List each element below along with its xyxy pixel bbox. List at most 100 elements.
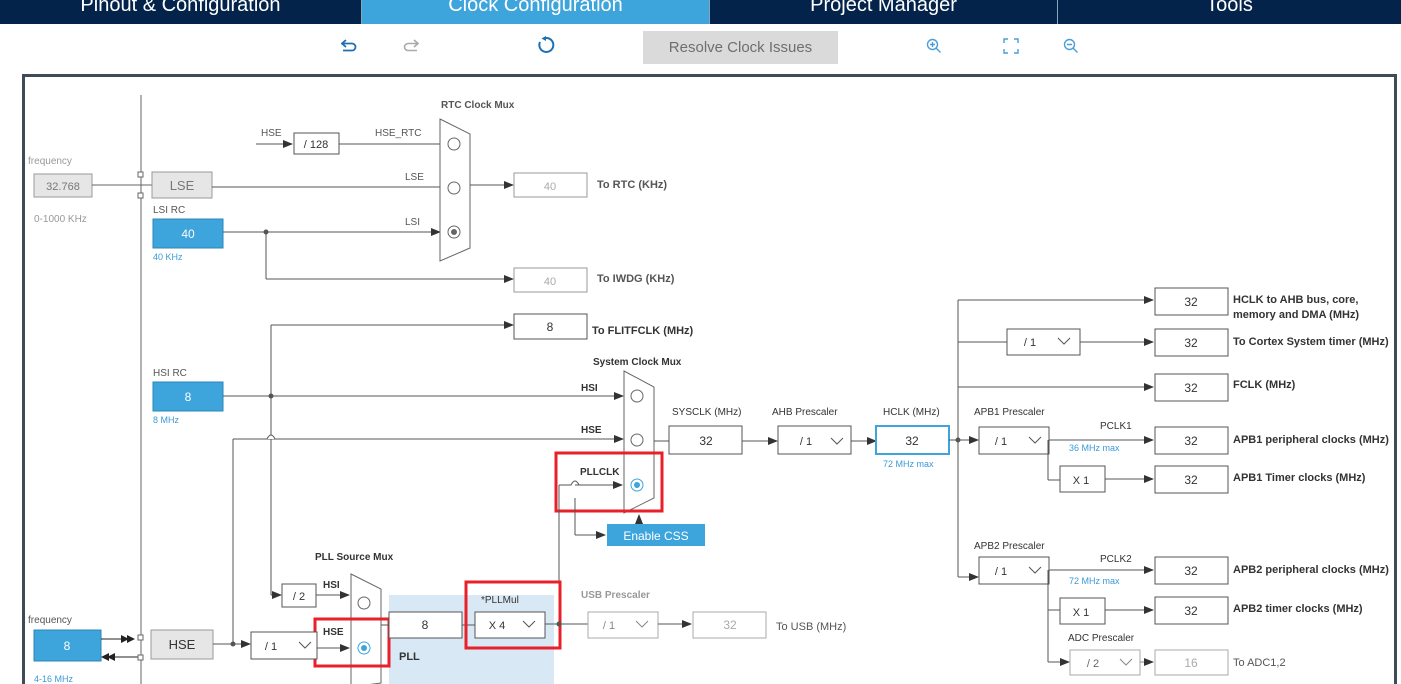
hsi-unit: 8 MHz <box>153 415 180 425</box>
usb-prescaler-label: USB Prescaler <box>581 590 650 601</box>
pll-hsi-div2-text: / 2 <box>293 591 305 603</box>
apb1-peripheral-output-label: APB1 peripheral clocks (MHz) <box>1233 434 1389 446</box>
apb1-prescaler-label: APB1 Prescaler <box>974 407 1045 418</box>
fclk-output-label: FCLK (MHz) <box>1233 379 1296 391</box>
pll-src-hse-label: HSE <box>323 627 344 638</box>
ahb-output-value: 32 <box>1184 295 1198 309</box>
redo-icon[interactable] <box>403 38 420 58</box>
rtc-output-label: To RTC (KHz) <box>597 179 667 191</box>
adc-prescaler-label: ADC Prescaler <box>1068 633 1135 644</box>
pll-area <box>389 595 554 684</box>
pll-src-radio-hsi[interactable] <box>357 596 371 610</box>
hclk-label: HCLK (MHz) <box>883 407 940 418</box>
rtc-hse-label: HSE <box>261 128 282 139</box>
apb2-timer-output-value: 32 <box>1184 604 1198 618</box>
sysclk-mux-hsi-label: HSI <box>581 383 598 394</box>
pll-src-hsi-label: HSI <box>323 580 340 591</box>
fit-screen-icon[interactable] <box>1003 38 1019 59</box>
flitfclk-output-label: To FLITFCLK (MHz) <box>592 325 694 337</box>
pclk1-max: 36 MHz max <box>1069 443 1120 453</box>
clock-tree-canvas: RTC Clock Mux HSE / 128 HSE_RTC Input fr… <box>22 74 1397 684</box>
apb2-prescaler-select[interactable] <box>978 556 1050 585</box>
adc-prescaler-select[interactable] <box>1069 649 1141 676</box>
usb-output-label: To USB (MHz) <box>776 621 846 633</box>
apb1-timer-multiplier-value: X 1 <box>1073 475 1090 487</box>
rtc-mux-label: RTC Clock Mux <box>441 100 515 111</box>
apb2-peripheral-output-value: 32 <box>1184 564 1198 578</box>
ahb-prescaler-select[interactable] <box>777 425 852 455</box>
sysclk-mux-hse-label: HSE <box>581 425 602 436</box>
pclk2-max: 72 MHz max <box>1069 576 1120 586</box>
pll-value: 8 <box>422 618 429 632</box>
tab-clock-configuration[interactable]: Clock Configuration <box>362 0 710 24</box>
fclk-output-value: 32 <box>1184 381 1198 395</box>
lsi-unit: 40 KHz <box>153 252 183 262</box>
sysclk-mux-label: System Clock Mux <box>593 357 682 368</box>
apb2-peripheral-output-label: APB2 peripheral clocks (MHz) <box>1233 564 1389 576</box>
undo-icon[interactable] <box>340 38 357 58</box>
apb1-timer-output-value: 32 <box>1184 473 1198 487</box>
adc-prescaler-value: / 2 <box>1087 658 1099 670</box>
pllmul-value: X 4 <box>489 620 506 632</box>
apb2-timer-multiplier-value: X 1 <box>1073 607 1090 619</box>
pllmul-select[interactable] <box>474 611 546 639</box>
apb1-timer-output-label: APB1 Timer clocks (MHz) <box>1233 472 1366 484</box>
apb1-prescaler-value: / 1 <box>995 436 1007 448</box>
apb1-peripheral-output-value: 32 <box>1184 434 1198 448</box>
lse-frequency-value: 32.768 <box>46 181 80 193</box>
hsi-label: HSI RC <box>153 368 187 379</box>
sysclk-radio-hse[interactable] <box>630 433 644 447</box>
ahb-output-label: HCLK to AHB bus, core, <box>1233 294 1359 306</box>
pll-label: PLL <box>399 651 420 663</box>
rtc-lse-label: LSE <box>405 172 424 183</box>
zoom-in-icon[interactable] <box>926 38 942 59</box>
hse-prediv-value: / 1 <box>265 641 277 653</box>
clock-tree-diagram: RTC Clock Mux HSE / 128 HSE_RTC Input fr… <box>25 95 1389 684</box>
hse-block-label: HSE <box>169 637 196 652</box>
tab-tools[interactable]: Tools <box>1058 0 1401 24</box>
hse-frequency-value: 8 <box>64 639 71 653</box>
usb-output-value: 32 <box>723 618 737 632</box>
apb2-prescaler-value: / 1 <box>995 566 1007 578</box>
hclk-value: 32 <box>905 434 919 448</box>
apb2-prescaler-label: APB2 Prescaler <box>974 541 1045 552</box>
pclk1-label: PCLK1 <box>1100 421 1132 432</box>
rtc-mux-radio-lse[interactable] <box>447 181 461 195</box>
rtc-output-value: 40 <box>544 181 556 193</box>
tab-pinout[interactable]: Pinout & Configuration <box>0 0 362 24</box>
hse-range-label: 4-16 MHz <box>34 674 74 684</box>
ahb-output-label-2: memory and DMA (MHz) <box>1233 309 1359 321</box>
pclk2-label: PCLK2 <box>1100 554 1132 565</box>
lse-input-frequency-label: Input frequency <box>25 156 72 167</box>
rtc-hse-rtc-label: HSE_RTC <box>375 128 422 139</box>
iwdg-output-label: To IWDG (KHz) <box>597 273 675 285</box>
sysclk-label: SYSCLK (MHz) <box>672 407 741 418</box>
apb2-timer-output-label: APB2 timer clocks (MHz) <box>1233 603 1363 615</box>
apb1-prescaler-select[interactable] <box>978 426 1050 455</box>
pll-source-mux-label: PLL Source Mux <box>315 552 394 563</box>
cortex-timer-divider-select[interactable] <box>1006 328 1081 356</box>
reset-icon[interactable] <box>537 36 555 59</box>
lse-block-label: LSE <box>170 178 195 193</box>
tab-project-manager[interactable]: Project Manager <box>710 0 1058 24</box>
iwdg-output-value: 40 <box>544 276 556 288</box>
sysclk-mux-pllclk-label: PLLCLK <box>580 467 620 478</box>
resolve-clock-issues-button[interactable]: Resolve Clock Issues <box>643 31 838 64</box>
zoom-out-icon[interactable] <box>1063 38 1079 59</box>
hse-input-frequency-label: Input frequency <box>25 615 72 626</box>
tab-bar: Pinout & Configuration Clock Configurati… <box>0 0 1401 24</box>
flitfclk-output-value: 8 <box>547 320 554 334</box>
rtc-mux-radio-hse[interactable] <box>447 137 461 151</box>
ahb-prescaler-value: / 1 <box>800 436 812 448</box>
enable-css-label: Enable CSS <box>623 529 688 543</box>
lsi-label: LSI RC <box>153 205 185 216</box>
lsi-value: 40 <box>181 227 195 241</box>
cortex-output-value: 32 <box>1184 336 1198 350</box>
cortex-timer-divider-value: / 1 <box>1024 337 1036 349</box>
hclk-max: 72 MHz max <box>883 459 934 469</box>
sysclk-radio-hsi[interactable] <box>630 389 644 403</box>
cortex-output-label: To Cortex System timer (MHz) <box>1233 336 1389 348</box>
usb-prescaler-select[interactable] <box>587 611 659 639</box>
adc-output-value: 16 <box>1184 656 1198 670</box>
rtc-div-text: / 128 <box>304 139 328 151</box>
